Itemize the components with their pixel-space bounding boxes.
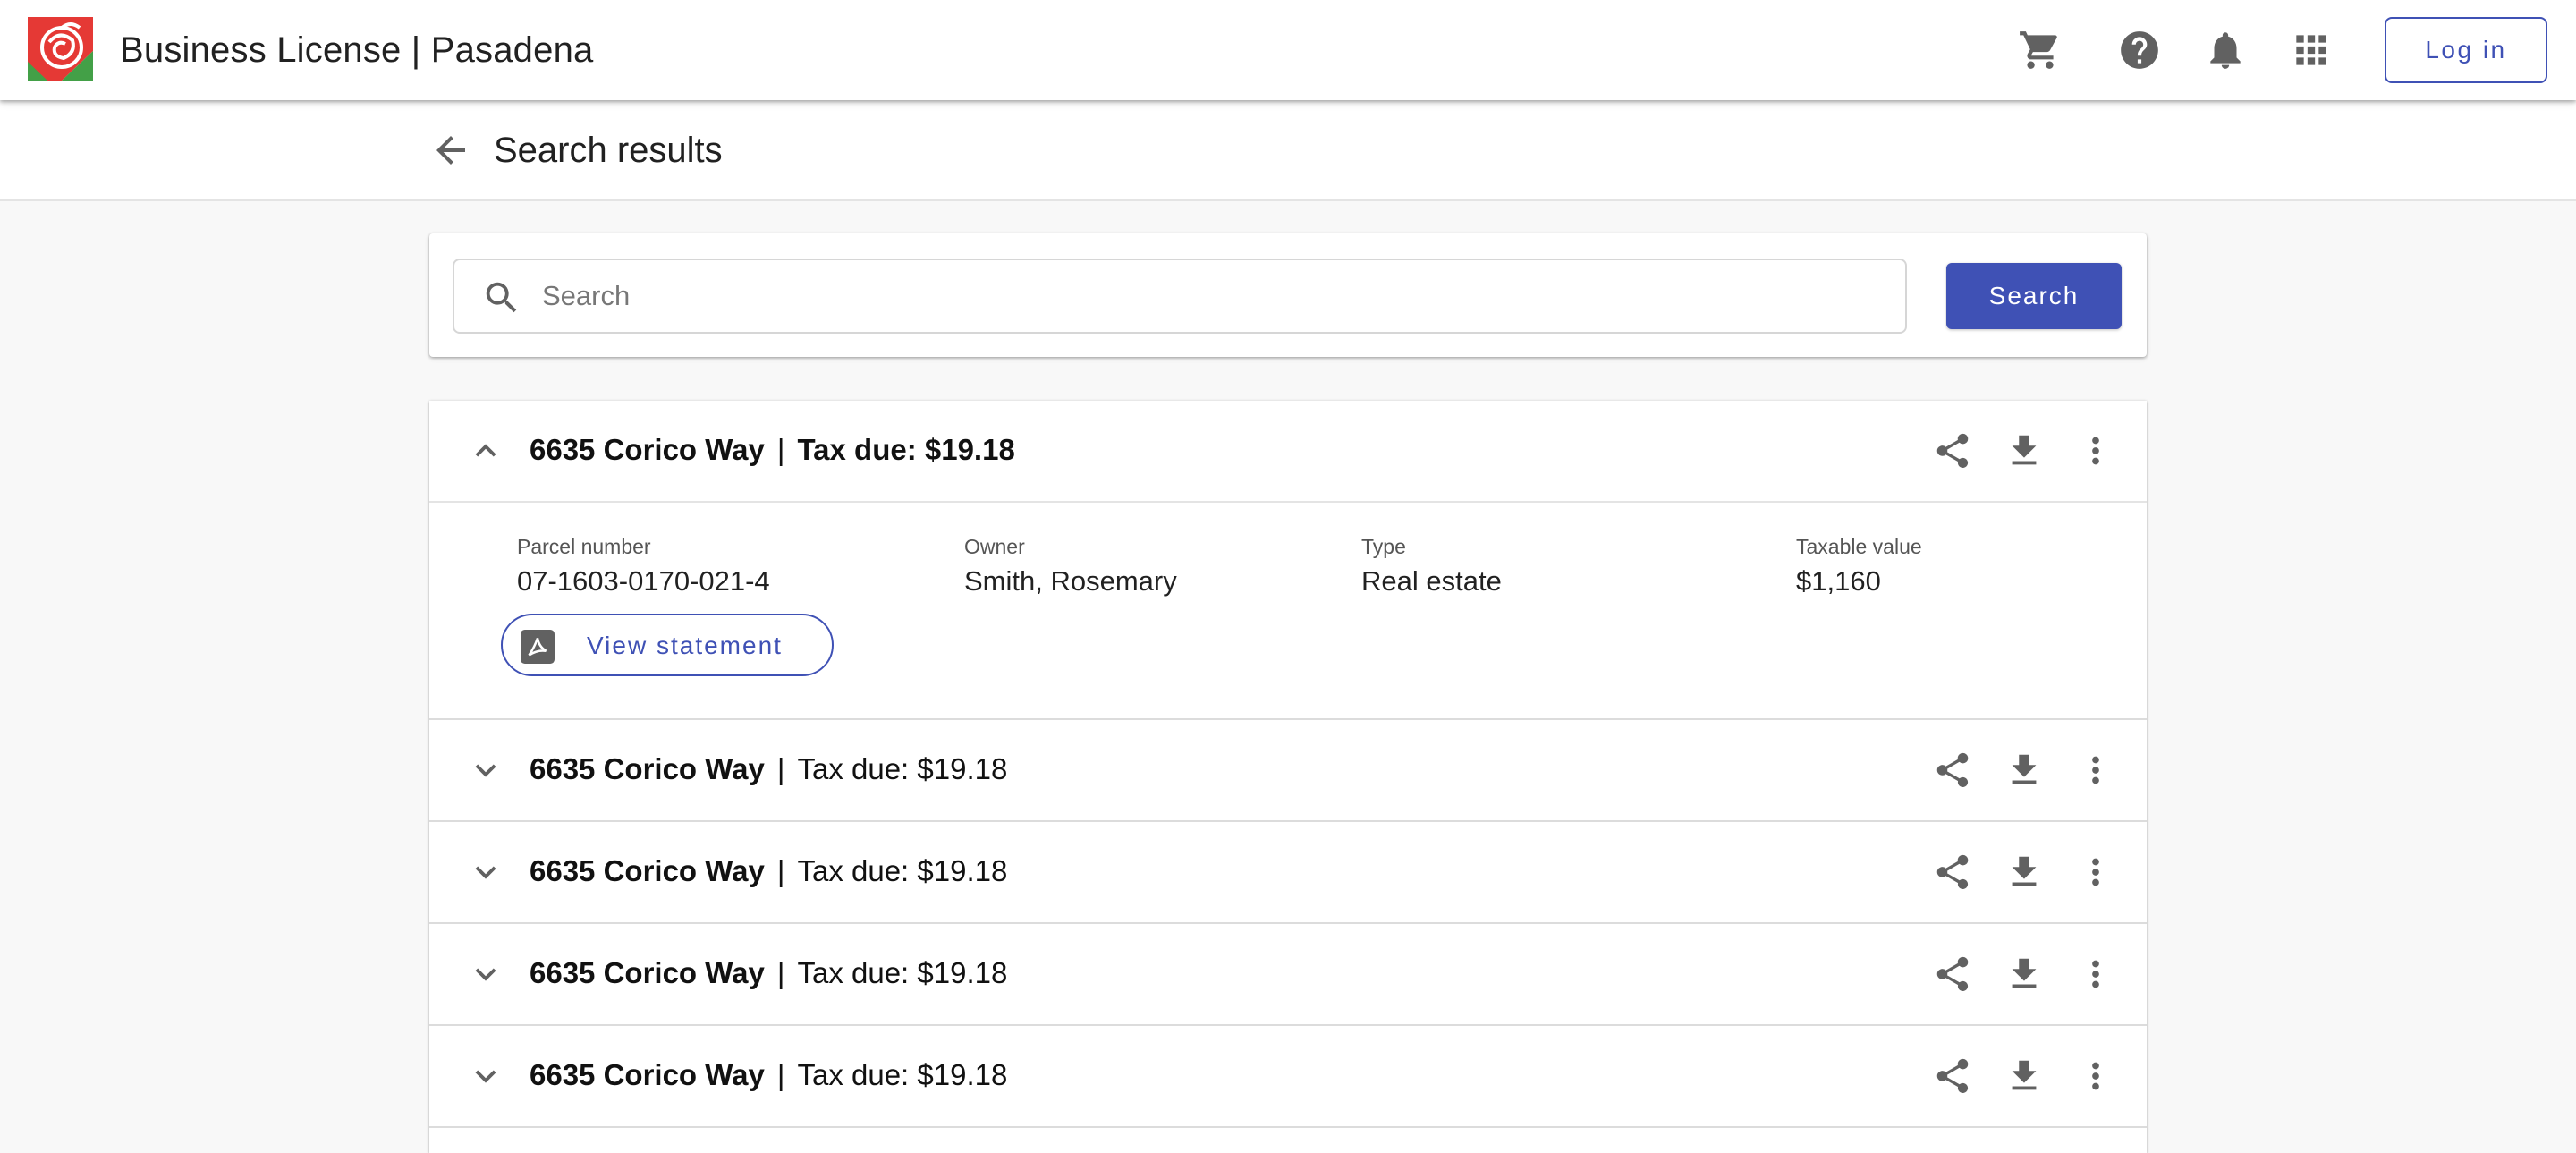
- result-tax-due: Tax due: $19.18: [797, 956, 1008, 989]
- result-title: 6635 Corico Way | Tax due: $19.18: [530, 954, 1007, 993]
- search-card: Search: [429, 233, 2147, 357]
- result-tax-due: Tax due: $19.18: [797, 1058, 1008, 1091]
- result-details: Parcel number 07-1603-0170-021-4 Owner S…: [429, 501, 2147, 718]
- field-label: Taxable value: [1796, 535, 1922, 558]
- result-title: 6635 Corico Way | Tax due: $19.18: [530, 1056, 1007, 1095]
- more-vert-icon[interactable]: [2075, 852, 2116, 893]
- parcel-number-field: Parcel number 07-1603-0170-021-4: [517, 533, 770, 601]
- more-vert-icon[interactable]: [2075, 750, 2116, 791]
- search-input[interactable]: [542, 273, 1884, 319]
- results-list: 6635 Corico Way | Tax due: $19.18 Parcel n…: [429, 401, 2147, 1153]
- help-icon[interactable]: [2117, 28, 2162, 72]
- chevron-down-icon[interactable]: [465, 750, 506, 791]
- share-icon[interactable]: [1932, 954, 1973, 995]
- result-row: [429, 1126, 2147, 1153]
- app-bar: Business License | Pasadena Log in: [0, 0, 2576, 100]
- download-icon[interactable]: [2004, 852, 2045, 893]
- result-row: 6635 Corico Way | Tax due: $19.18: [429, 1024, 2147, 1126]
- login-button[interactable]: Log in: [2385, 17, 2547, 83]
- result-row: 6635 Corico Way | Tax due: $19.18: [429, 922, 2147, 1024]
- page-header: Search results: [0, 100, 2576, 201]
- field-value: Real estate: [1361, 565, 1502, 597]
- result-tax-due: Tax due: $19.18: [797, 854, 1008, 887]
- type-field: Type Real estate: [1361, 533, 1502, 601]
- result-row-header[interactable]: 6635 Corico Way | Tax due: $19.18: [429, 401, 2147, 501]
- share-icon[interactable]: [1932, 750, 1973, 791]
- share-icon[interactable]: [1932, 1056, 1973, 1097]
- result-address: 6635 Corico Way: [530, 854, 765, 887]
- result-title: 6635 Corico Way | Tax due: $19.18: [530, 430, 1015, 470]
- chevron-up-icon[interactable]: [465, 430, 506, 471]
- result-separator: |: [776, 854, 785, 887]
- notifications-icon[interactable]: [2203, 28, 2248, 72]
- result-row-header[interactable]: 6635 Corico Way | Tax due: $19.18: [429, 720, 2147, 820]
- search-icon: [481, 277, 522, 318]
- result-row: 6635 Corico Way | Tax due: $19.18 Parcel n…: [429, 401, 2147, 718]
- chevron-down-icon[interactable]: [465, 954, 506, 995]
- more-vert-icon[interactable]: [2075, 954, 2116, 995]
- download-icon[interactable]: [2004, 954, 2045, 995]
- pasadena-rose-logo[interactable]: [28, 17, 93, 81]
- field-value: 07-1603-0170-021-4: [517, 565, 770, 597]
- view-statement-button[interactable]: View statement: [501, 614, 834, 676]
- result-row: 6635 Corico Way | Tax due: $19.18: [429, 718, 2147, 820]
- result-address: 6635 Corico Way: [530, 433, 765, 466]
- share-icon[interactable]: [1932, 430, 1973, 471]
- download-icon[interactable]: [2004, 430, 2045, 471]
- field-label: Type: [1361, 535, 1406, 558]
- search-field[interactable]: [453, 259, 1907, 334]
- result-separator: |: [776, 752, 785, 785]
- result-row-header[interactable]: 6635 Corico Way | Tax due: $19.18: [429, 822, 2147, 922]
- more-vert-icon[interactable]: [2075, 430, 2116, 471]
- result-title: 6635 Corico Way | Tax due: $19.18: [530, 750, 1007, 789]
- download-icon[interactable]: [2004, 750, 2045, 791]
- pdf-icon: [521, 630, 555, 664]
- result-row: 6635 Corico Way | Tax due: $19.18: [429, 820, 2147, 922]
- result-address: 6635 Corico Way: [530, 752, 765, 785]
- result-address: 6635 Corico Way: [530, 1058, 765, 1091]
- result-row-header[interactable]: 6635 Corico Way | Tax due: $19.18: [429, 1026, 2147, 1126]
- field-value: Smith, Rosemary: [964, 565, 1177, 597]
- result-separator: |: [776, 1058, 785, 1091]
- result-separator: |: [776, 433, 785, 466]
- share-icon[interactable]: [1932, 852, 1973, 893]
- back-arrow-icon[interactable]: [429, 129, 472, 172]
- field-value: $1,160: [1796, 565, 1881, 597]
- field-label: Owner: [964, 535, 1025, 558]
- taxable-value-field: Taxable value $1,160: [1796, 533, 1922, 601]
- app-title: Business License | Pasadena: [120, 30, 594, 70]
- result-address: 6635 Corico Way: [530, 956, 765, 989]
- result-tax-due: Tax due: $19.18: [797, 752, 1008, 785]
- field-label: Parcel number: [517, 535, 651, 558]
- page-title: Search results: [494, 131, 723, 170]
- more-vert-icon[interactable]: [2075, 1056, 2116, 1097]
- apps-grid-icon[interactable]: [2289, 28, 2334, 72]
- result-tax-due: Tax due: $19.18: [797, 433, 1015, 466]
- result-row-header[interactable]: 6635 Corico Way | Tax due: $19.18: [429, 924, 2147, 1024]
- result-separator: |: [776, 956, 785, 989]
- search-button[interactable]: Search: [1946, 263, 2122, 329]
- view-statement-label: View statement: [587, 632, 783, 659]
- result-title: 6635 Corico Way | Tax due: $19.18: [530, 852, 1007, 891]
- cart-icon[interactable]: [2018, 28, 2063, 72]
- owner-field: Owner Smith, Rosemary: [964, 533, 1177, 601]
- chevron-down-icon[interactable]: [465, 852, 506, 893]
- chevron-down-icon[interactable]: [465, 1056, 506, 1097]
- download-icon[interactable]: [2004, 1056, 2045, 1097]
